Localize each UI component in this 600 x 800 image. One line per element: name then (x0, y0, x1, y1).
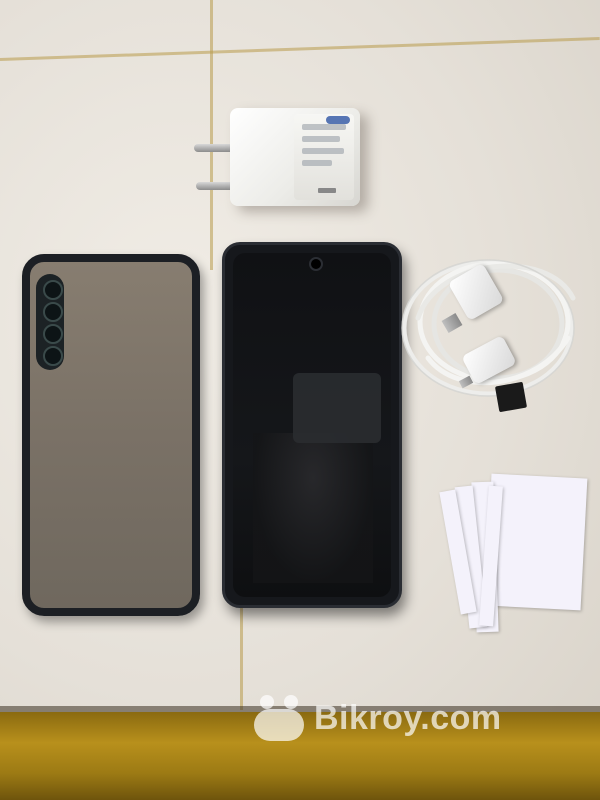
charger-label-line (302, 124, 346, 130)
front-camera-notch (309, 257, 323, 271)
watermark: Bikroy.com (252, 688, 502, 748)
case-camera-cutout (36, 274, 64, 370)
watermark-text: Bikroy.com (314, 698, 502, 737)
screen-reflection (293, 373, 381, 443)
tile-grout-vertical-lower (240, 600, 243, 710)
charger-usb-port (318, 188, 336, 193)
camera-lens-icon (43, 280, 63, 300)
paper-manuals (439, 473, 588, 636)
charger-prong-top (194, 144, 234, 152)
camera-lens-icon (43, 346, 63, 366)
logo-eye (260, 695, 274, 709)
wall-charger (230, 108, 360, 206)
phone-screen (233, 253, 391, 597)
charger-label-line (302, 160, 332, 166)
screen-reflection (253, 433, 373, 583)
bikroy-logo-icon (252, 693, 306, 743)
logo-eye (284, 695, 298, 709)
charger-label-line (302, 136, 340, 142)
smartphone (222, 242, 402, 608)
charger-logo (326, 116, 350, 124)
charger-label-line (302, 148, 344, 154)
logo-bubble (254, 709, 304, 741)
micro-sd-card (494, 381, 528, 413)
camera-lens-icon (43, 324, 63, 344)
tile-grout-vertical (210, 0, 213, 270)
camera-lens-icon (43, 302, 63, 322)
tile-grout-horizontal (0, 37, 600, 61)
phone-case (22, 254, 200, 616)
photo-scene: Bikroy.com (0, 0, 600, 800)
usb-cable (401, 259, 576, 397)
